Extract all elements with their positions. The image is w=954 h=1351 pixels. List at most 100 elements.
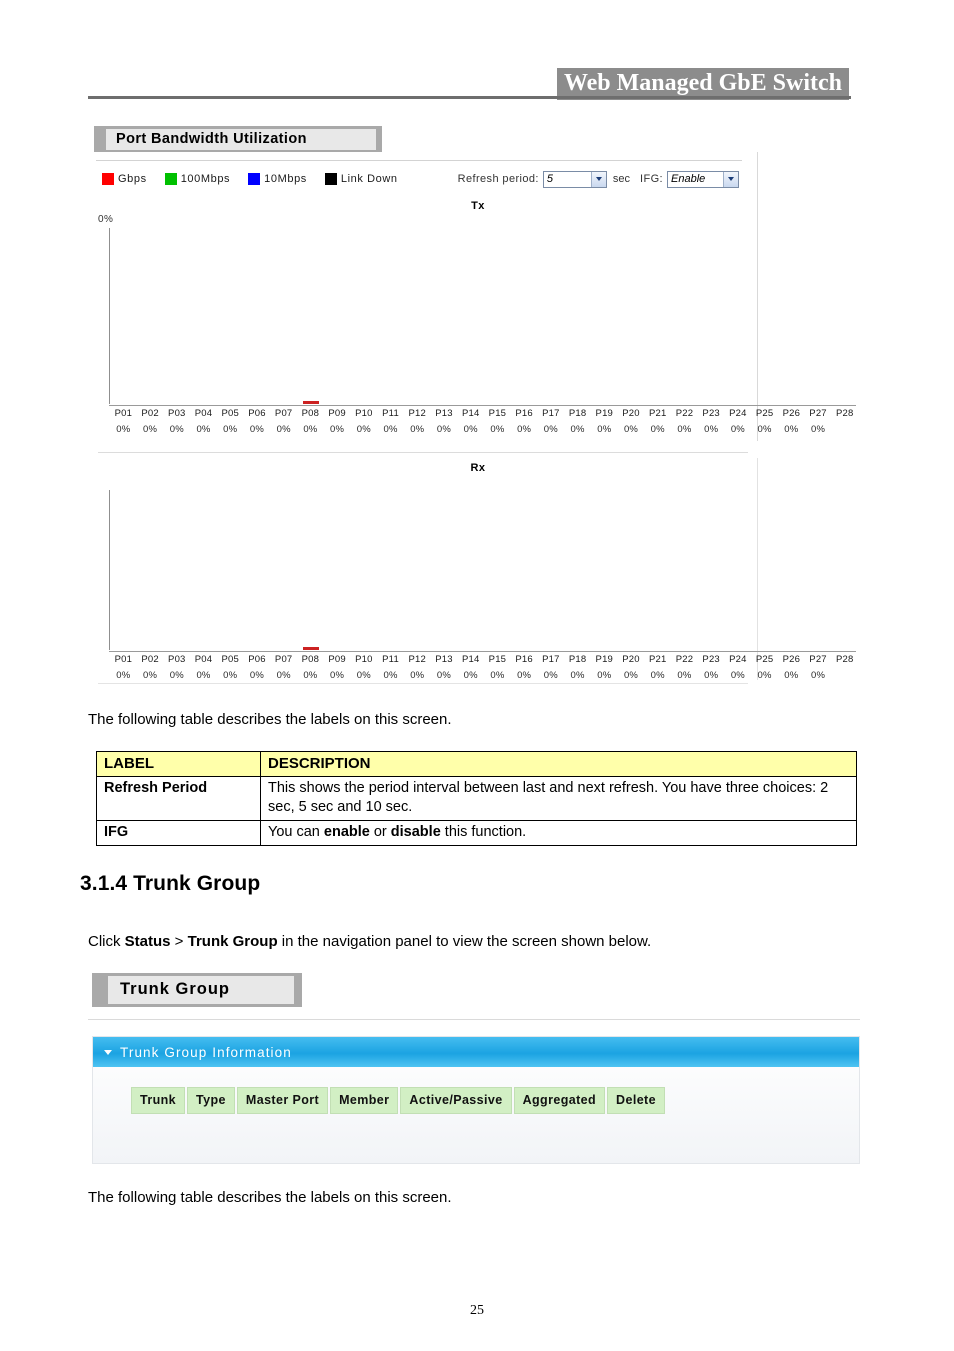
trunk-column-header: Delete: [607, 1087, 665, 1114]
port-utilization-value: 0%: [330, 424, 345, 435]
port-label: P22: [675, 654, 694, 665]
table-header-label: LABEL: [96, 751, 261, 777]
emphasis-text: Status: [124, 933, 171, 950]
bar-cell: [351, 490, 378, 650]
port-label: P17: [542, 408, 560, 419]
legend-item-100mbps: 100Mbps: [164, 173, 230, 185]
bar-cell: [804, 228, 831, 404]
port-label: P27: [809, 654, 827, 665]
port-utilization-value: 0%: [356, 424, 371, 435]
port-label: P01: [114, 408, 133, 419]
port-utilization-value: 0%: [650, 670, 665, 681]
port-label: P07: [274, 654, 293, 665]
bar-cell: [458, 490, 485, 650]
bar-cell: [138, 490, 165, 650]
bar-cell: [564, 228, 591, 404]
bar-cell: [111, 490, 138, 650]
port-utilization-value: 0%: [704, 424, 719, 435]
bar-cell: [591, 228, 618, 404]
port-label: P04: [194, 654, 213, 665]
bar-cell: [564, 490, 591, 650]
plain-text: >: [170, 933, 188, 950]
bar-cell: [324, 490, 351, 650]
port-label: P14: [461, 654, 480, 665]
emphasis-text: enable: [323, 824, 370, 840]
navigation-instruction-text: Click Status > Trunk Group in the naviga…: [88, 932, 651, 952]
tx-plot-area: [109, 228, 858, 404]
chevron-down-icon[interactable]: [723, 171, 738, 187]
bar-cell: [298, 228, 325, 404]
trunk-column-header: Type: [187, 1087, 235, 1114]
port-utilization-value: 0%: [276, 424, 291, 435]
refresh-period-select[interactable]: 5: [542, 170, 607, 188]
port-label: P04: [194, 408, 213, 419]
bar-cell: [138, 228, 165, 404]
trunk-group-screenshot: Trunk Group Trunk Group Information Trun…: [88, 967, 863, 1167]
rx-bandwidth-chart: Rx P01 P02 P03 P04 P05 P06 P07 P08 P09 P10 P11 P12 P…: [98, 462, 858, 681]
port-utilization-value: 0%: [383, 424, 398, 435]
bar-cell: [324, 228, 351, 404]
bar-cell: [351, 228, 378, 404]
port-utilization-value: 0%: [570, 424, 585, 435]
port-utilization-value: 0%: [757, 424, 772, 435]
port-label: P26: [782, 408, 801, 419]
tx-port-value-row: 0% 0% 0% 0% 0% 0% 0% 0% 0% 0% 0% 0% 0% 0% 0% 0% 0% 0% 0% 0%…: [110, 424, 858, 435]
port-label: P13: [435, 408, 453, 419]
document-header: Web Managed GbE Switch: [0, 0, 954, 106]
port-utilization-value: 0%: [463, 670, 478, 681]
port-label: P12: [408, 408, 427, 419]
tx-chart-title: Tx: [471, 200, 485, 212]
port-label: P28: [836, 408, 854, 419]
trunk-panel-header[interactable]: Trunk Group Information: [93, 1037, 859, 1067]
port-utilization-value: 0%: [784, 670, 799, 681]
port-utilization-value: 0%: [196, 424, 211, 435]
trunk-panel-title-text: Trunk Group Information: [120, 1044, 292, 1060]
port-utilization-value: 0%: [810, 670, 826, 681]
port-utilization-value: 0%: [436, 670, 452, 681]
bar-cell: [831, 490, 858, 650]
table-row: IFG You can enable or disable this functi…: [96, 820, 857, 846]
port-utilization-value: 0%: [597, 670, 612, 681]
port-utilization-value: 0%: [356, 670, 371, 681]
bandwidth-legend-row: Gbps 100Mbps 10Mbps Link Down Refresh pe…: [102, 168, 852, 190]
trunk-group-information-panel: Trunk Group Information Trunk Type Master …: [92, 1036, 860, 1164]
rx-chart-title: Rx: [470, 462, 486, 474]
tx-bandwidth-chart: Tx 0% P01 P02 P03 P04 P05 P06 P07 P08 P09 P10 P11 P…: [98, 200, 858, 440]
port-label: P20: [622, 654, 640, 665]
port-utilization-value: 0%: [143, 424, 158, 435]
chevron-down-icon[interactable]: [590, 171, 606, 187]
bar-cell: [698, 490, 725, 650]
port-utilization-value: 0%: [436, 424, 452, 435]
port-bandwidth-titlebar: Port Bandwidth Utilization: [94, 126, 382, 152]
port-label: P13: [435, 654, 453, 665]
bar-cell: [644, 228, 671, 404]
port-label: P11: [382, 654, 399, 665]
port-utilization-value: [831, 424, 858, 435]
chart-separator-rule: [98, 452, 748, 453]
port-bandwidth-screenshot: Port Bandwidth Utilization Gbps 100Mbps …: [88, 122, 863, 697]
legend-swatch-linkdown-icon: [324, 173, 337, 185]
rx-port-value-row: 0% 0% 0% 0% 0% 0% 0% 0% 0% 0% 0% 0% 0% 0% 0% 0% 0% 0% 0% 0%…: [110, 670, 858, 681]
bar: [303, 647, 320, 650]
ifg-select[interactable]: Enable: [667, 170, 739, 188]
port-label: P21: [648, 654, 667, 665]
port-label: P24: [729, 654, 747, 665]
intro-text-trunk-group: The following table describes the labels…: [88, 1189, 452, 1206]
port-utilization-value: 0%: [463, 424, 478, 435]
port-utilization-value: 0%: [730, 424, 745, 435]
caret-down-icon[interactable]: [104, 1049, 112, 1055]
port-label: P26: [782, 654, 801, 665]
tx-y-axis-label: 0%: [98, 214, 114, 225]
port-utilization-value: 0%: [330, 670, 345, 681]
bar-cell: [511, 490, 538, 650]
port-utilization-value: [831, 670, 858, 681]
plain-text: in the navigation panel to view the scre…: [277, 933, 652, 950]
port-utilization-value: 0%: [303, 670, 318, 681]
port-utilization-value: 0%: [169, 670, 184, 681]
plain-text: Click: [88, 933, 125, 950]
plain-text: this function.: [440, 824, 527, 840]
bar-cell: [111, 228, 138, 404]
port-label: P16: [515, 408, 533, 419]
port-utilization-value: 0%: [169, 424, 184, 435]
table-header-description: DESCRIPTION: [260, 751, 857, 777]
